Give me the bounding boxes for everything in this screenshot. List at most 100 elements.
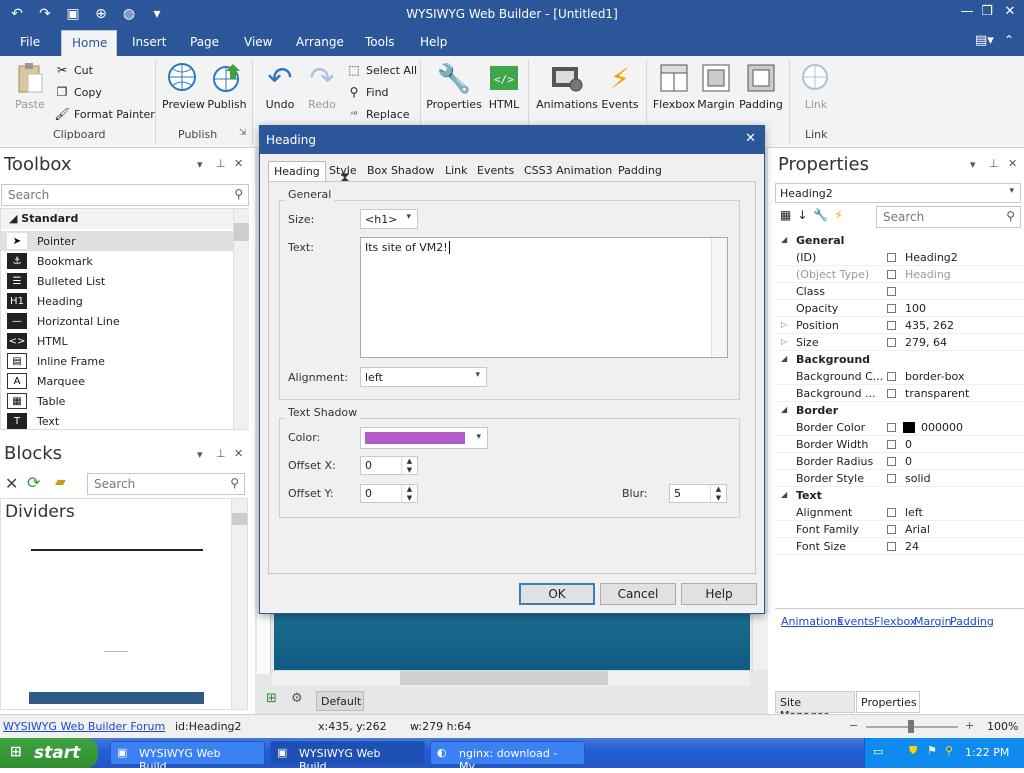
divider-preview[interactable] [104,651,128,652]
property-value[interactable]: transparent [905,387,969,400]
tab-properties[interactable]: Properties [856,691,920,713]
property-row[interactable]: ▷ Size 279, 64 [775,334,1024,351]
layout-icon[interactable]: ▤▾ [975,33,994,48]
collapse-icon[interactable]: ◢ [781,354,787,363]
refresh-icon[interactable]: ⟳ [27,473,40,492]
publish-button[interactable]: Publish [206,62,248,111]
blocks-menu-icon[interactable]: ▾ [197,448,203,461]
format-painter-button[interactable]: 🖌 Format Painter [54,104,154,124]
tool-inline-frame[interactable]: ▤ Inline Frame [1,351,233,371]
select-all-button[interactable]: ⬚ Select All [346,60,417,80]
blocks-search-input[interactable]: Search ⚲ [87,473,245,495]
blur-spinner[interactable]: 5 ▲ ▼ [669,484,727,503]
flexbox-button[interactable]: Flexbox [652,62,696,111]
edit-property-icon[interactable] [887,253,896,262]
ok-button[interactable]: OK [519,583,595,605]
size-select[interactable]: <h1> ▾ [360,209,418,229]
edit-property-icon[interactable] [887,423,896,432]
html-button[interactable]: </> HTML [486,62,522,111]
property-row[interactable]: Font Size 24 [775,538,1024,555]
property-row[interactable]: Border Style solid [775,470,1024,487]
tab-view[interactable]: View [234,30,282,56]
link-padding[interactable]: Padding [950,615,994,628]
dialog-tab-heading[interactable]: Heading [268,161,326,181]
property-row[interactable]: Alignment left [775,504,1024,521]
tab-arrange[interactable]: Arrange [286,30,354,56]
property-row[interactable]: Font Family Arial [775,521,1024,538]
expand-icon[interactable]: ▷ [781,337,787,346]
property-row[interactable]: (Object Type) Heading [775,266,1024,283]
tool-text[interactable]: T Text [1,411,233,431]
properties-search-input[interactable]: Search ⚲ [876,206,1021,228]
taskbar-item-3[interactable]: ◐ nginx: download - My... [430,741,585,773]
tab-site-manager[interactable]: Site Manager [775,691,855,722]
tab-tools[interactable]: Tools [355,30,405,56]
edit-property-icon[interactable] [887,542,896,551]
toolbox-pin-icon[interactable]: ⊥ [216,157,226,170]
blocks-scrollbar[interactable] [231,499,247,709]
properties-menu-icon[interactable]: ▾ [970,158,976,171]
edit-property-icon[interactable] [887,304,896,313]
tool-marquee[interactable]: A Marquee [1,371,233,391]
tab-file[interactable]: File [10,30,50,56]
keyboard-icon[interactable]: ▭ [873,745,883,758]
property-group-header[interactable]: Text ◢ [775,487,1024,504]
heading-text-area[interactable]: Its site of VM2! [360,237,728,358]
edit-property-icon[interactable] [887,287,896,296]
edit-property-icon[interactable] [887,440,896,449]
link-events[interactable]: Events [837,615,874,628]
close-window-button[interactable]: ✕ [998,4,1022,22]
property-group-header[interactable]: Border ◢ [775,402,1024,419]
property-row[interactable]: ▷ Position 435, 262 [775,317,1024,334]
taskbar-item-1[interactable]: ▣ WYSIWYG Web Build... [110,741,265,773]
offset-x-spinner[interactable]: 0 ▲ ▼ [360,456,418,475]
tab-page[interactable]: Page [180,30,229,56]
edit-property-icon[interactable] [887,474,896,483]
undo-button[interactable]: ↶ Undo [260,61,300,112]
canvas-hscroll[interactable] [272,670,750,686]
dialog-tab-css3-animation[interactable]: CSS3 Animation [519,161,617,181]
property-value[interactable]: solid [905,472,931,485]
link-margin[interactable]: Margin [914,615,952,628]
toolbox-scrollbar[interactable] [233,209,249,429]
link-animations[interactable]: Animations [781,615,843,628]
property-value[interactable]: Heading [905,268,951,281]
animations-button[interactable]: Animations [536,62,598,111]
property-value[interactable]: Arial [905,523,930,536]
cut-button[interactable]: ✂ Cut [54,60,93,80]
margin-button[interactable]: Margin [696,62,736,111]
link-flexbox[interactable]: Flexbox [874,615,916,628]
divider-preview[interactable] [29,692,204,704]
tab-insert[interactable]: Insert [122,30,176,56]
spinner-arrows-icon[interactable]: ▲ ▼ [401,485,417,502]
preview-button[interactable]: Preview [162,62,205,111]
folder-icon[interactable]: ▰ [55,474,66,490]
tool-bookmark[interactable]: ⚓ Bookmark [1,251,233,271]
property-row[interactable]: Background ... transparent [775,385,1024,402]
property-row[interactable]: Opacity 100 [775,300,1024,317]
property-value[interactable]: 279, 64 [905,336,947,349]
edit-property-icon[interactable] [887,338,896,347]
page-settings-icon[interactable]: ⚙ [291,691,303,706]
restore-button[interactable]: ❐ [975,4,999,22]
copy-button[interactable]: ❐ Copy [54,82,102,102]
dialog-tab-events[interactable]: Events [472,161,519,181]
property-group-header[interactable]: General ◢ [775,232,1024,249]
shield-icon[interactable]: ⛊ [909,744,917,758]
blocks-close-icon[interactable]: ✕ [234,447,243,460]
events-small-icon[interactable]: ⚡ [834,208,842,222]
tool-html[interactable]: <> HTML [1,331,233,351]
zoom-out-icon[interactable]: − [849,719,858,732]
sort-az-icon[interactable]: ↓ [797,208,807,222]
spinner-arrows-icon[interactable]: ▲ ▼ [710,485,726,502]
toolbox-section-standard[interactable]: ◢ Standard [1,209,233,229]
properties-button[interactable]: 🔧 Properties [426,62,482,112]
dialog-launcher-icon[interactable]: ⇲ [239,128,247,138]
redo-button[interactable]: ↷ Redo [302,61,342,112]
property-value[interactable]: 24 [905,540,919,553]
property-value[interactable]: 0 [905,438,912,451]
zoom-in-icon[interactable]: + [965,719,974,732]
toolbox-menu-icon[interactable]: ▾ [197,158,203,171]
properties-pin-icon[interactable]: ⊥ [989,157,999,170]
spinner-arrows-icon[interactable]: ▲ ▼ [401,457,417,474]
